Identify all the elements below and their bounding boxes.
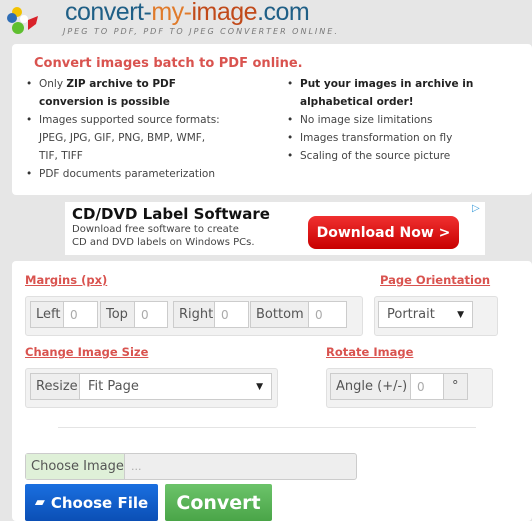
features-right: Put your images in archive in alphabetic… [287,75,487,165]
rotate-heading: Rotate Image [326,345,414,359]
choose-image-label: Choose Image [26,454,125,479]
choose-file-button[interactable]: ▰ Choose File [25,484,158,521]
tagline: JPEG TO PDF, PDF TO JPEG CONVERTER ONLIN… [63,27,339,36]
info-title: Convert images batch to PDF online. [34,56,303,71]
feature-text: Put your images in archive in alphabetic… [300,78,474,108]
feature-text: PDF documents parameterization [39,168,215,180]
margin-top-label: Top [100,301,135,328]
degree-addon: ° [443,373,468,400]
ad-line1: Download free software to create [72,224,239,235]
convert-button[interactable]: Convert [165,484,272,521]
logo-icon [6,6,42,36]
ad-line2: CD and DVD labels on Windows PCs. [72,237,255,248]
resize-select[interactable]: Fit Page ▼ [79,373,272,400]
feature-item: No image size limitations [287,111,487,129]
angle-label: Angle (+/-) [330,373,411,400]
adchoices-icon[interactable]: ▷ [472,203,480,214]
ad-title: CD/DVD Label Software [72,205,270,223]
margin-left-input[interactable]: 0 [63,301,98,328]
resize-label: Resize [30,373,80,400]
logo-part: .com [257,0,310,26]
logo-part: my- [151,0,192,26]
feature-text: Scaling of the source picture [300,150,451,162]
choose-image-field[interactable]: Choose Image ... [25,453,357,480]
feature-text: No image size limitations [300,114,433,126]
margins-heading: Margins (px) [25,273,108,287]
info-panel: Convert images batch to PDF online. Only… [12,44,532,195]
feature-item: PDF documents parameterization [26,165,226,183]
orientation-heading: Page Orientation [380,273,491,287]
feature-item: Only ZIP archive to PDF conversion is po… [26,75,226,111]
margin-bottom-label: Bottom [250,301,309,328]
margin-right-label: Right [173,301,215,328]
site-logo[interactable]: convert-my-image.com [65,0,310,27]
feature-item: Scaling of the source picture [287,147,487,165]
folder-open-icon: ▰ [34,495,45,510]
caret-down-icon: ▼ [256,381,263,392]
feature-text: Images supported source formats: JPEG, J… [39,114,220,162]
choose-image-value: ... [131,460,142,473]
caret-down-icon: ▼ [457,309,464,320]
choose-file-label: Choose File [50,493,149,512]
features-left: Only ZIP archive to PDF conversion is po… [26,75,226,183]
angle-input[interactable]: 0 [410,373,444,400]
divider [58,427,476,428]
margin-bottom-input[interactable]: 0 [308,301,347,328]
logo-part: image [191,0,258,26]
resize-value: Fit Page [88,379,139,394]
ad-banner[interactable]: CD/DVD Label Software Download free soft… [65,202,485,255]
margin-left-label: Left [30,301,64,328]
feature-text: Only [39,78,67,90]
feature-item: Images transformation on fly [287,129,487,147]
margin-top-input[interactable]: 0 [134,301,168,328]
orientation-value: Portrait [387,307,435,322]
orientation-select[interactable]: Portrait ▼ [378,301,473,328]
feature-item: Images supported source formats: JPEG, J… [26,111,226,165]
feature-text: Images transformation on fly [300,132,453,144]
margin-right-input[interactable]: 0 [214,301,249,328]
size-heading: Change Image Size [25,345,149,359]
feature-item: Put your images in archive in alphabetic… [287,75,487,111]
logo-part: convert- [65,0,152,26]
ad-download-button[interactable]: Download Now > [308,216,459,249]
